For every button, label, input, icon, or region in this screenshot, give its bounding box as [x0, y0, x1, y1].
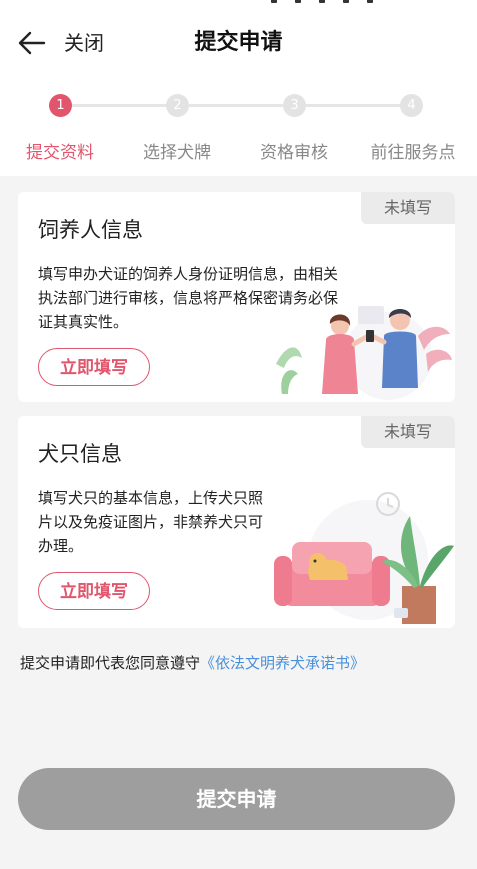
promise-document-link[interactable]: 《依法文明养犬承诺书》 — [200, 654, 365, 672]
fill-dog-info-button[interactable]: 立即填写 — [38, 572, 150, 610]
agreement-label: 提交申请即代表您同意遵守 — [20, 654, 201, 672]
owner-info-card: 未填写 饲养人信息 填写申办犬证的饲养人身份证明信息，由相关 执法部门进行审核，… — [18, 192, 455, 402]
step-3-label: 资格审核 — [260, 143, 328, 163]
dog-on-sofa-illustration — [274, 492, 454, 624]
step-2-label: 选择犬牌 — [143, 143, 211, 163]
header: 关闭 提交申请 — [0, 8, 477, 76]
card-description: 填写犬只的基本信息，上传犬只照 片以及免疫证图片，非禁养犬只可 办理。 — [38, 486, 263, 558]
status-icons — [253, 0, 453, 7]
desc-line: 片以及免疫证图片，非禁养犬只可 — [38, 513, 264, 531]
desc-line: 办理。 — [38, 537, 84, 555]
desc-line: 填写犬只的基本信息，上传犬只照 — [38, 489, 264, 507]
card-title: 饲养人信息 — [38, 218, 143, 242]
fill-owner-info-button[interactable]: 立即填写 — [38, 348, 150, 386]
card-title: 犬只信息 — [38, 442, 122, 466]
step-4-marker: 4 — [400, 94, 423, 117]
step-connector — [72, 104, 167, 107]
status-badge: 未填写 — [361, 192, 455, 224]
dog-info-card: 未填写 犬只信息 填写犬只的基本信息，上传犬只照 片以及免疫证图片，非禁养犬只可… — [18, 416, 455, 628]
desc-line: 填写申办犬证的饲养人身份证明信息，由相关 — [38, 265, 339, 283]
step-1-marker: 1 — [49, 94, 72, 117]
submit-button[interactable]: 提交申请 — [18, 768, 455, 830]
page-title: 提交申请 — [194, 30, 283, 55]
step-connector — [189, 104, 284, 107]
agreement-text: 提交申请即代表您同意遵守《依法文明养犬承诺书》 — [20, 652, 365, 674]
status-bar — [0, 0, 477, 8]
step-3-marker: 3 — [283, 94, 306, 117]
progress-steps: 1 2 3 4 提交资料 选择犬牌 资格审核 前往服务点 — [0, 76, 477, 176]
step-connector — [306, 104, 401, 107]
people-illustration — [276, 306, 452, 400]
step-2-marker: 2 — [166, 94, 189, 117]
status-badge: 未填写 — [361, 416, 455, 448]
step-1-label: 提交资料 — [26, 143, 94, 163]
step-4-label: 前往服务点 — [370, 143, 456, 163]
